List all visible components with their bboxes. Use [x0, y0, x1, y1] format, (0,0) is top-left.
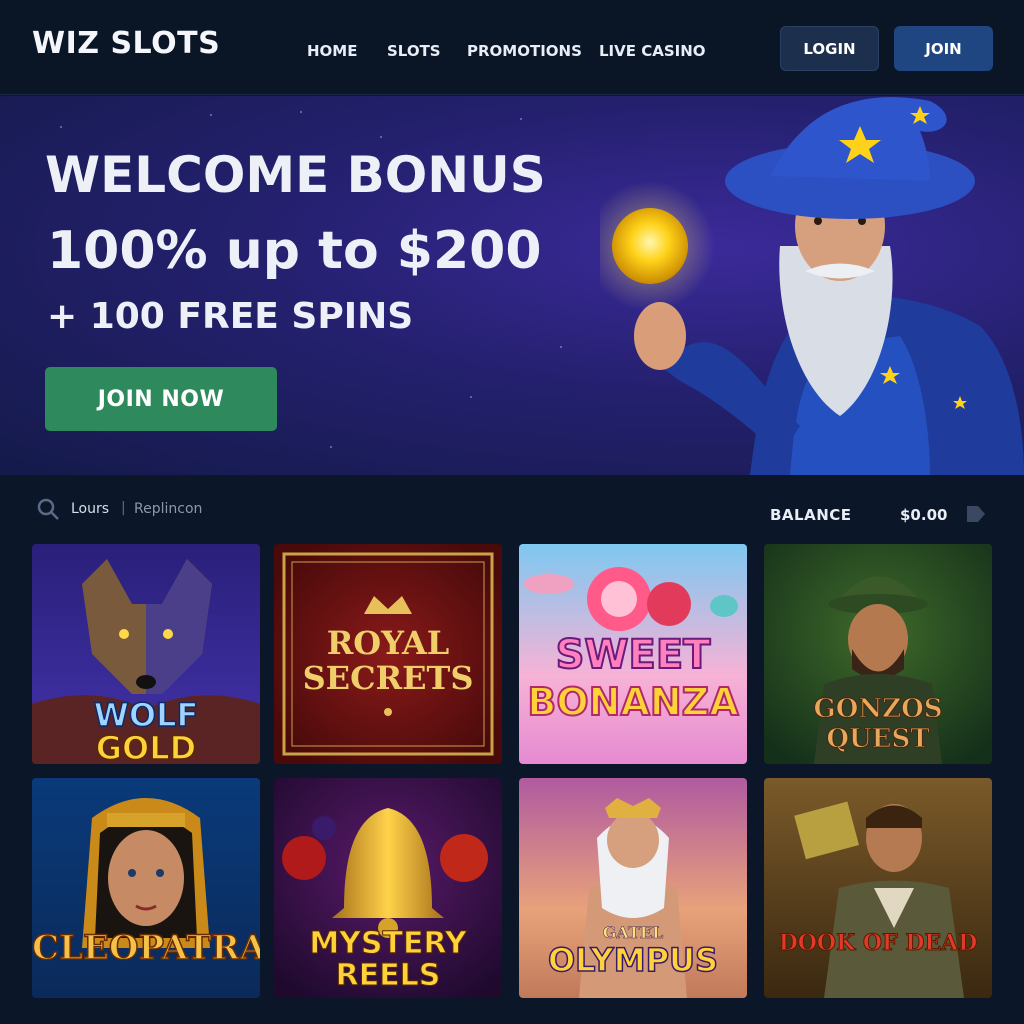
nav-promotions[interactable]: PROMOTIONS [467, 42, 582, 60]
game-title-line1: MYSTERY [309, 926, 467, 962]
balance-label: BALANCE [770, 506, 852, 524]
wizard-illustration [600, 97, 1024, 475]
hero-banner: WELCOME BONUS 100% up to $200 + 100 FREE… [0, 96, 1024, 475]
search-input[interactable]: Lours [71, 501, 109, 517]
login-button[interactable]: LOGIN [780, 26, 879, 71]
game-tile-royal-secrets[interactable]: ROYAL SECRETS [274, 544, 502, 764]
game-tile-mystery-reels[interactable]: MYSTERY REELS [274, 778, 502, 998]
nav-live-casino[interactable]: LIVE CASINO [599, 42, 706, 60]
hero-free-spins: + 100 FREE SPINS [47, 296, 414, 337]
game-title-line1: GONZOS QUEST [813, 694, 943, 755]
hero-offer: 100% up to $200 [47, 221, 542, 281]
game-tile-cleopatra[interactable]: CLEOPATRA [32, 778, 260, 998]
game-title-line2: SECRETS [302, 659, 474, 697]
search-icon[interactable] [36, 497, 60, 521]
game-title-line2: OLYMPUS [547, 940, 719, 980]
game-title-line1: SWEET [555, 631, 712, 679]
search-separator: | [121, 500, 126, 516]
game-tile-gonzos-quest[interactable]: GONZOS QUEST [764, 544, 992, 764]
game-title-line1: CLEOPATRA [32, 927, 260, 969]
site-header: WIZ SLOTS HOME SLOTS PROMOTIONS LIVE CAS… [0, 0, 1024, 95]
game-tile-olympus[interactable]: GATEL OLYMPUS [519, 778, 747, 998]
game-title-line2: REELS [335, 958, 441, 994]
hero-title: WELCOME BONUS [45, 146, 546, 204]
join-button[interactable]: JOIN [894, 26, 993, 71]
game-tile-wolf-gold[interactable]: WOLF GOLD [32, 544, 260, 764]
wallet-icon[interactable] [966, 505, 986, 523]
nav-home[interactable]: HOME [307, 42, 357, 60]
adventurer-artwork [764, 778, 992, 998]
site-logo[interactable]: WIZ SLOTS [32, 26, 220, 61]
nav-slots[interactable]: SLOTS [387, 42, 441, 60]
game-title-line2: GOLD [95, 728, 197, 764]
game-title-line1: DOOK OF DEAD [778, 930, 978, 957]
game-title-line2: BONANZA [526, 679, 739, 725]
game-title-line1: GATEL [602, 923, 664, 943]
join-now-button[interactable]: JOIN NOW [45, 367, 277, 431]
search-secondary-label[interactable]: Replincon [134, 501, 202, 517]
game-tile-book-of-dead[interactable]: DOOK OF DEAD [764, 778, 992, 998]
game-title-line1: ROYAL [326, 624, 450, 662]
game-tile-sweet-bonanza[interactable]: SWEET BONANZA [519, 544, 747, 764]
balance-value: $0.00 [900, 506, 948, 524]
